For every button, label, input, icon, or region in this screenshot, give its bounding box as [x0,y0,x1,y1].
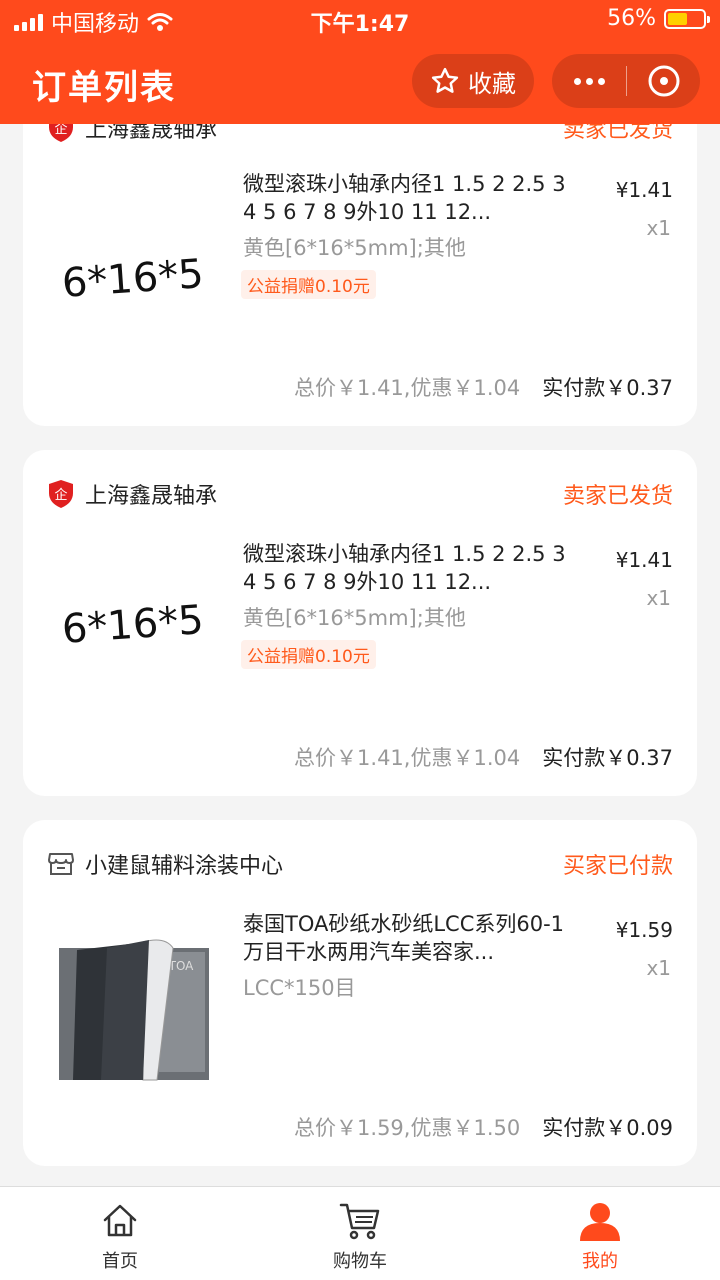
svg-text:6*16*5: 6*16*5 [60,251,205,307]
page-title: 订单列表 [32,68,176,108]
order-total: 总价￥1.41,优惠￥1.04 [294,746,521,770]
order-card[interactable]: 小建鼠辅料涂装中心 买家已付款 TOA 泰国TOA砂纸水砂纸LCC系列60-1万… [23,820,697,1166]
status-bar: 中国移动 下午1:47 56% [0,0,720,40]
battery-percent: 56% [607,6,656,31]
product-price: ¥1.41 [615,548,673,572]
order-paid: 实付款￥0.37 [542,746,673,770]
battery-icon [664,8,710,29]
favorite-label: 收藏 [468,69,516,98]
product-thumbnail: TOA [59,939,209,1081]
favorite-button[interactable]: 收藏 [412,54,534,108]
close-target-icon [648,65,679,97]
product-quantity: x1 [646,586,671,610]
cart-icon [339,1203,380,1240]
user-icon [580,1203,620,1241]
svg-text:6*16*5: 6*16*5 [60,597,205,653]
product-spec: LCC*150目 [243,976,356,1000]
svg-text:企: 企 [54,487,67,503]
tab-mine[interactable]: 我的 [480,1187,720,1280]
star-icon [431,67,459,93]
miniprogram-capsule [552,54,700,108]
product-thumbnail: 6*16*5 [60,597,205,653]
order-status: 卖家已发货 [562,484,673,509]
status-right: 56% [607,6,710,31]
tab-mine-label: 我的 [582,1251,618,1272]
order-card[interactable]: 企 上海鑫晟轴承 卖家已发货 6*16*5 微型滚珠小轴承内径1 1.5 2 2… [23,450,697,796]
product-quantity: x1 [646,216,671,240]
shop-name: 小建鼠辅料涂装中心 [85,854,284,879]
product-spec: 黄色[6*16*5mm];其他 [243,606,466,630]
tab-home[interactable]: 首页 [0,1187,240,1280]
product-quantity: x1 [646,956,671,980]
product-title[interactable]: 微型滚珠小轴承内径1 1.5 2 2.5 3 4 5 6 7 8 9外10 11… [243,170,583,226]
order-status: 买家已付款 [562,854,673,879]
tab-cart-label: 购物车 [333,1251,387,1272]
charity-tag: 公益捐赠0.10元 [241,640,376,669]
product-price: ¥1.41 [615,178,673,202]
product-spec: 黄色[6*16*5mm];其他 [243,236,466,260]
shop-row[interactable]: 企 上海鑫晟轴承 [47,478,217,510]
order-summary: 总价￥1.59,优惠￥1.50 实付款￥0.09 [294,1112,673,1142]
product-title[interactable]: 泰国TOA砂纸水砂纸LCC系列60-1万目干水两用汽车美容家... [243,910,583,966]
tab-cart[interactable]: 购物车 [240,1187,480,1280]
order-summary: 总价￥1.41,优惠￥1.04 实付款￥0.37 [294,742,673,772]
order-summary: 总价￥1.41,优惠￥1.04 实付款￥0.37 [294,372,673,402]
product-price: ¥1.59 [615,918,673,942]
order-total: 总价￥1.41,优惠￥1.04 [294,376,521,400]
shop-row[interactable]: 小建鼠辅料涂装中心 [47,848,283,880]
more-options-button[interactable] [552,77,626,85]
shield-shop-icon: 企 [49,480,73,508]
close-miniprogram-button[interactable] [627,63,700,99]
top-header: 中国移动 下午1:47 56% 订单列表 收藏 [0,0,720,124]
shop-name: 上海鑫晟轴承 [85,484,218,509]
tab-home-label: 首页 [102,1251,138,1272]
store-icon [48,853,74,875]
product-thumbnail: 6*16*5 [60,251,205,307]
home-icon [103,1204,137,1237]
product-title[interactable]: 微型滚珠小轴承内径1 1.5 2 2.5 3 4 5 6 7 8 9外10 11… [243,540,583,596]
bottom-tab-bar: 首页 购物车 我的 [0,1186,720,1280]
order-total: 总价￥1.59,优惠￥1.50 [294,1116,521,1140]
order-paid: 实付款￥0.09 [542,1116,673,1140]
order-paid: 实付款￥0.37 [542,376,673,400]
charity-tag: 公益捐赠0.10元 [241,270,376,299]
